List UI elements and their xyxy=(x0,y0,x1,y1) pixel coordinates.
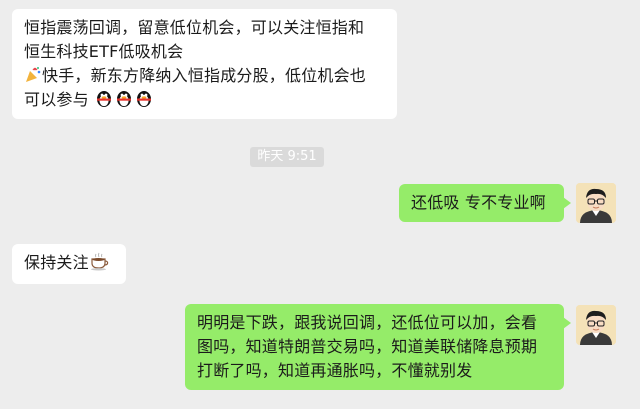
timestamp: 昨天 9:51 xyxy=(250,147,324,167)
message-text-line: 快手，新东方降纳入恒指成分股，低位机会也 xyxy=(42,66,367,85)
penguin-icon xyxy=(134,88,154,108)
message-text-line: 恒指震荡回调，留意低位机会，可以关注恒指和 xyxy=(24,18,365,37)
outgoing-message-bubble[interactable]: 还低吸 专不专业啊 xyxy=(399,184,571,222)
message-text-line: 还低吸 专不专业啊 xyxy=(411,193,546,212)
avatar-cartoon-icon xyxy=(576,305,616,345)
message-text-line: 图吗，知道特朗普交易吗，知道美联储降息预期 xyxy=(197,337,538,356)
avatar[interactable] xyxy=(576,183,616,223)
avatar[interactable] xyxy=(576,305,616,345)
message-text-line: 保持关注 xyxy=(24,253,89,272)
incoming-message-bubble[interactable]: 恒指震荡回调，留意低位机会，可以关注恒指和 恒生科技ETF低吸机会 快手，新东方… xyxy=(12,9,397,119)
message-text-line: 明明是下跌，跟我说回调，还低位可以加，会看 xyxy=(197,313,538,332)
coffee-icon xyxy=(89,251,109,271)
penguin-icon xyxy=(94,88,114,108)
message-text-line: 恒生科技ETF低吸机会 xyxy=(24,42,184,61)
penguin-icon xyxy=(114,88,134,108)
message-text-line: 可以参与 xyxy=(24,90,89,109)
outgoing-message-bubble[interactable]: 明明是下跌，跟我说回调，还低位可以加，会看 图吗，知道特朗普交易吗，知道美联储降… xyxy=(185,304,571,390)
message-text-line: 打断了吗，知道再通胀吗，不懂就别发 xyxy=(197,361,473,380)
incoming-message-bubble[interactable]: 保持关注 xyxy=(12,244,126,284)
avatar-cartoon-icon xyxy=(576,183,616,223)
party-popper-icon xyxy=(24,66,42,84)
